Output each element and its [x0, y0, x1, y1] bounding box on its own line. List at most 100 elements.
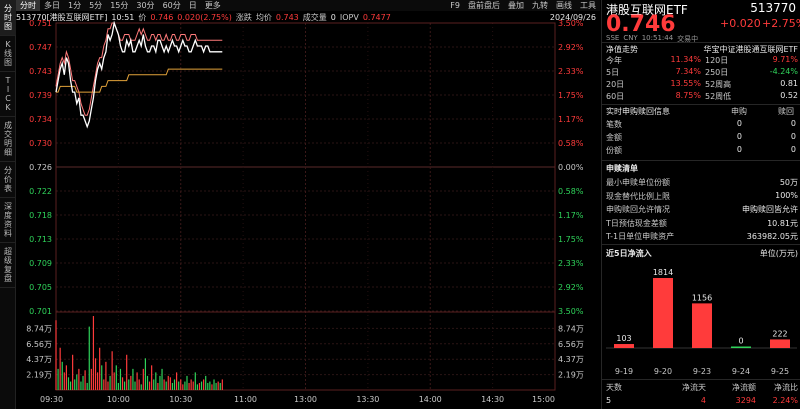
flow-bar — [731, 346, 751, 348]
vol-tick-left: 2.19万 — [26, 371, 52, 380]
net-inflow-chart: 103 9-19 1814 9-20 1156 9-23 0 9-24 222 9-25 — [606, 268, 797, 376]
sub-row-label: 金额 — [606, 133, 622, 142]
stat-value: -4.24% — [769, 67, 798, 76]
stats-row: 5日 7.34% 250日 -4.24% — [606, 67, 798, 78]
price-tick: 0.747 — [29, 43, 52, 52]
sub-row-buy: 0 — [736, 132, 742, 141]
list-row-label: T日预估现金差额 — [606, 218, 667, 228]
sub-col-buy: 申购 — [731, 107, 747, 116]
foot-label: 净流天 — [682, 383, 706, 392]
index-name: 华宝中证港股通互联网ETF — [703, 45, 798, 54]
sub-row-buy: 0 — [736, 119, 742, 128]
stat-value: 7.34% — [675, 67, 701, 76]
price-tick: 0.751 — [29, 19, 52, 28]
stat-value: 13.55% — [670, 79, 701, 88]
flow-bar — [653, 278, 673, 348]
stat-label: 250日 — [705, 68, 729, 77]
flow-value-label: 103 — [616, 334, 631, 343]
price-tick: 0.701 — [29, 307, 52, 316]
sub-row-label: 份额 — [606, 146, 622, 155]
sub-row: 笔数 0 0 — [606, 119, 798, 130]
price-tick: 0.713 — [29, 235, 52, 244]
flow-date-label: 9-20 — [654, 367, 672, 376]
pct-tick: 1.17% — [558, 211, 584, 220]
stat-label: 20日 — [606, 80, 625, 89]
pct-tick: 3.50% — [558, 307, 584, 316]
sub-row-sell: 0 — [790, 119, 796, 128]
flow-summary-values: 5 4 3294 2.24% — [606, 396, 798, 405]
list-row-label: 现金替代比例上限 — [606, 191, 670, 201]
time-tick: 10:00 — [107, 395, 130, 404]
vol-tick-left: 4.37万 — [26, 355, 52, 364]
nav-label: 净值走势 — [606, 45, 638, 54]
vol-tick-right: 6.56万 — [558, 340, 584, 349]
price-tick: 0.705 — [29, 283, 52, 292]
list-row-value: 100% — [775, 190, 798, 200]
flow-value-label: 1814 — [653, 268, 673, 277]
sub-row: 份额 0 0 — [606, 145, 798, 156]
stat-value: 0.52 — [780, 91, 798, 100]
price-tick: 0.709 — [29, 259, 52, 268]
stat-label: 52周高 — [705, 80, 732, 89]
pct-tick: 1.75% — [558, 235, 584, 244]
sub-row: 金额 0 0 — [606, 132, 798, 143]
price-tick: 0.743 — [29, 67, 52, 76]
stat-label: 52周低 — [705, 92, 732, 101]
list-row-label: 最小申赎单位份额 — [606, 178, 670, 187]
time-tick: 11:00 — [234, 395, 257, 404]
foot-value: 4 — [700, 396, 706, 405]
sub-row-buy: 0 — [736, 145, 742, 154]
stats-row: 20日 13.55% 52周高 0.81 — [606, 79, 798, 90]
time-tick: 10:30 — [169, 395, 192, 404]
stat-label: 120日 — [705, 56, 729, 65]
pct-tick: 0.58% — [558, 139, 584, 148]
pct-tick: 2.33% — [558, 259, 584, 268]
stat-label: 60日 — [606, 92, 625, 101]
flow-date-label: 9-23 — [693, 367, 711, 376]
list-row-value: 363982.05元 — [746, 232, 798, 241]
price-tick: 0.730 — [29, 139, 52, 148]
price-tick: 0.726 — [29, 163, 52, 172]
panel-change: +0.020 — [720, 17, 761, 30]
time-tick: 14:00 — [419, 395, 442, 404]
stat-label: 5日 — [606, 68, 620, 77]
vol-tick-right: 2.19万 — [558, 371, 584, 380]
sub-row-sell: 0 — [790, 132, 796, 141]
stat-value: 8.75% — [675, 91, 701, 100]
flow-date-label: 9-24 — [732, 367, 750, 376]
chart-frame — [55, 22, 556, 391]
quote-panel: 港股互联网ETF 513770 0.746 +0.020 +2.75% SSEC… — [601, 0, 800, 409]
flow-date-label: 9-19 — [615, 367, 633, 376]
stat-value: 0.81 — [780, 79, 798, 88]
stat-value: 9.71% — [772, 55, 798, 64]
vol-tick-left: 6.56万 — [26, 340, 52, 349]
list-row-label: T-1日单位申赎资产 — [606, 232, 675, 241]
list-row: 最小申赎单位份额 50万 — [606, 177, 798, 188]
foot-value: 2.24% — [772, 396, 798, 405]
sub-row-label: 笔数 — [606, 120, 622, 129]
flow-bar — [770, 339, 790, 348]
stats-row: 60日 8.75% 52周低 0.52 — [606, 91, 798, 102]
pct-tick: 1.17% — [558, 115, 584, 124]
pct-tick: 2.92% — [558, 283, 584, 292]
price-tick: 0.734 — [29, 115, 52, 124]
intraday-chart[interactable]: 0.751 0.747 0.743 0.739 0.734 0.730 0.726 0.722… — [0, 0, 600, 409]
pct-tick: 2.92% — [558, 43, 584, 52]
pct-tick: 3.50% — [558, 19, 584, 28]
foot-value: 3294 — [735, 396, 756, 405]
pct-tick: 1.75% — [558, 91, 584, 100]
foot-label: 净流额 — [732, 383, 756, 392]
list-row: 现金替代比例上限 100% — [606, 191, 798, 202]
list-row: T日预估现金差额 10.81元 — [606, 218, 798, 229]
flow-bar — [692, 303, 712, 348]
vol-tick-left: 8.74万 — [26, 324, 52, 333]
avg-price-line — [56, 68, 223, 93]
foot-label: 净流比 — [774, 383, 798, 392]
time-tick: 14:30 — [481, 395, 504, 404]
pct-tick: 0.58% — [558, 187, 584, 196]
vol-tick-right: 8.74万 — [558, 324, 584, 333]
